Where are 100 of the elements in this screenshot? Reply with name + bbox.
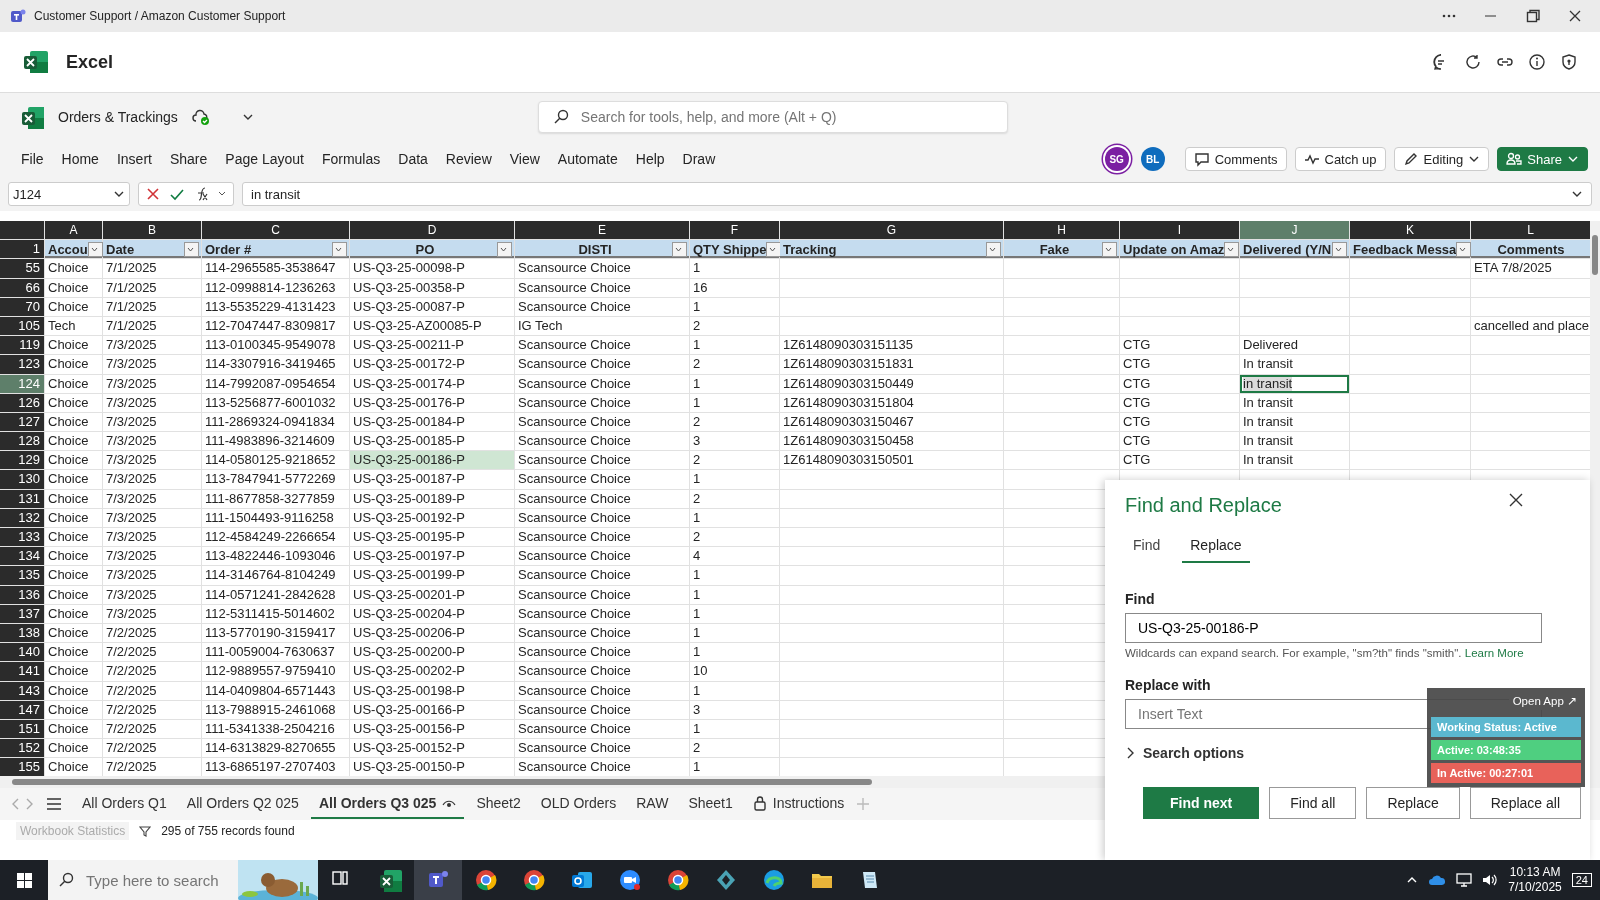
panel-tab[interactable]: Replace — [1182, 535, 1250, 563]
shield-icon[interactable] — [1560, 53, 1578, 71]
row-header[interactable]: 138 — [0, 623, 44, 643]
row-header[interactable]: 134 — [0, 547, 44, 566]
spreadsheet-app-icon[interactable] — [378, 868, 402, 892]
clock-date[interactable]: 7/10/2025 — [1508, 880, 1562, 895]
row-header[interactable]: 126 — [0, 393, 44, 412]
row-header[interactable]: 129 — [0, 451, 44, 470]
video-app-icon[interactable] — [618, 868, 642, 892]
row-header[interactable]: 141 — [0, 662, 44, 681]
speaker-icon[interactable] — [1482, 873, 1499, 887]
filter-dropdown[interactable] — [1332, 241, 1347, 257]
row-header[interactable]: 130 — [0, 470, 44, 489]
filter-dropdown[interactable] — [332, 241, 347, 257]
menu-tab[interactable]: Home — [52, 151, 108, 167]
secondary-button[interactable]: Replace all — [1469, 787, 1581, 819]
browser-icon[interactable] — [522, 868, 546, 892]
find-field[interactable]: US-Q3-25-00186-P — [1125, 613, 1542, 643]
maximize-icon[interactable] — [1526, 9, 1540, 23]
menu-tab[interactable]: Review — [436, 151, 501, 167]
sheet-tab[interactable]: RAW — [628, 789, 677, 820]
menu-tab[interactable]: Data — [389, 151, 437, 167]
edge-browser-icon[interactable] — [762, 868, 786, 892]
menu-tab[interactable]: Share — [160, 151, 217, 167]
row-header[interactable]: 131 — [0, 489, 44, 508]
row-header[interactable]: 66 — [0, 278, 44, 297]
learn-more-link[interactable]: Learn More — [1464, 647, 1524, 659]
row-header[interactable]: 151 — [0, 719, 44, 739]
row-header[interactable]: 123 — [0, 355, 44, 374]
menu-tab[interactable]: File — [12, 151, 53, 167]
row-header[interactable]: 136 — [0, 585, 44, 604]
network-icon[interactable] — [1456, 873, 1473, 887]
search-field[interactable]: Search for tools, help, and more (Alt + Q) — [578, 108, 993, 126]
column-header[interactable]: F — [690, 221, 779, 240]
filter-dropdown[interactable] — [87, 241, 103, 257]
row-header[interactable]: 137 — [0, 604, 44, 623]
menu-tab[interactable]: Insert — [107, 151, 161, 167]
row-header[interactable]: 155 — [0, 758, 44, 777]
column-header[interactable]: E — [515, 221, 689, 240]
row-header[interactable]: 128 — [0, 432, 44, 451]
notification-badge[interactable]: 24 — [1571, 873, 1592, 887]
user-avatar[interactable]: SG — [1104, 147, 1129, 171]
document-name[interactable]: Orders & Trackings — [58, 109, 178, 125]
row-header[interactable]: 124 — [0, 374, 44, 393]
clock-time[interactable]: 10:13 AM — [1508, 865, 1562, 880]
search-options-toggle[interactable]: Search options — [1125, 745, 1245, 761]
user-avatar[interactable]: BL — [1140, 147, 1165, 171]
menu-tab[interactable]: Page Layout — [216, 151, 313, 167]
browser-icon[interactable] — [666, 868, 690, 892]
select-all-corner[interactable] — [0, 221, 44, 240]
caret-icon[interactable] — [217, 190, 227, 198]
row-header[interactable]: 133 — [0, 528, 44, 547]
info-icon[interactable] — [1528, 53, 1546, 71]
column-header[interactable]: B — [103, 221, 201, 240]
vertical-scrollbar[interactable] — [1590, 221, 1600, 777]
row-header[interactable]: 105 — [0, 316, 44, 336]
row-header[interactable]: 135 — [0, 566, 44, 585]
column-header[interactable]: G — [780, 221, 1003, 240]
row-header[interactable]: 147 — [0, 700, 44, 719]
column-header[interactable]: A — [45, 221, 102, 240]
secondary-button[interactable]: Find all — [1269, 787, 1357, 819]
column-header[interactable]: H — [1004, 221, 1119, 240]
menu-tab[interactable]: View — [500, 151, 549, 167]
refresh-icon[interactable] — [1464, 53, 1482, 71]
row-header[interactable]: 55 — [0, 259, 44, 278]
menu-tab[interactable]: Formulas — [312, 151, 390, 167]
browser-icon[interactable] — [474, 868, 498, 892]
sheet-tab[interactable]: Instructions — [744, 789, 853, 820]
taskbar-search-box[interactable]: Type here to search — [48, 860, 318, 900]
column-header[interactable]: J — [1240, 221, 1349, 240]
row-header[interactable]: 152 — [0, 739, 44, 758]
filter-dropdown[interactable] — [497, 241, 512, 257]
column-header[interactable]: C — [202, 221, 349, 240]
sheet-tab[interactable]: Sheet2 — [468, 789, 529, 820]
search-box[interactable]: Search for tools, help, and more (Alt + Q) — [537, 101, 1008, 133]
filter-dropdown[interactable] — [1456, 241, 1472, 257]
share-button[interactable]: Share — [1497, 147, 1588, 171]
editing-button[interactable]: Editing — [1393, 147, 1490, 171]
comments-button[interactable]: Comments — [1184, 147, 1287, 171]
windows-start-icon[interactable] — [15, 871, 33, 889]
close-icon[interactable] — [1568, 9, 1582, 23]
row-header[interactable]: 127 — [0, 412, 44, 432]
secondary-button[interactable]: Replace — [1366, 787, 1460, 819]
menu-tab[interactable]: Help — [626, 151, 674, 167]
filter-dropdown[interactable] — [1102, 241, 1117, 257]
cloud-icon[interactable] — [1428, 874, 1447, 886]
cancel-icon[interactable] — [145, 186, 161, 202]
column-header[interactable]: K — [1350, 221, 1470, 240]
formula-field[interactable]: in transit — [242, 182, 1592, 206]
filter-dropdown[interactable] — [672, 241, 687, 257]
row-header[interactable]: 119 — [0, 336, 44, 355]
scrollbar-thumb[interactable] — [1592, 235, 1598, 275]
catch-up-button[interactable]: Catch up — [1294, 147, 1386, 171]
sheet-tab[interactable]: All Orders Q2 025 — [178, 789, 307, 820]
primary-button[interactable]: Find next — [1143, 787, 1260, 819]
sheet-tab[interactable]: Sheet1 — [680, 789, 741, 820]
filter-dropdown[interactable] — [1224, 241, 1240, 257]
row-header[interactable]: 132 — [0, 508, 44, 527]
name-box[interactable]: J124 — [8, 182, 130, 206]
row-header[interactable]: 70 — [0, 297, 44, 316]
